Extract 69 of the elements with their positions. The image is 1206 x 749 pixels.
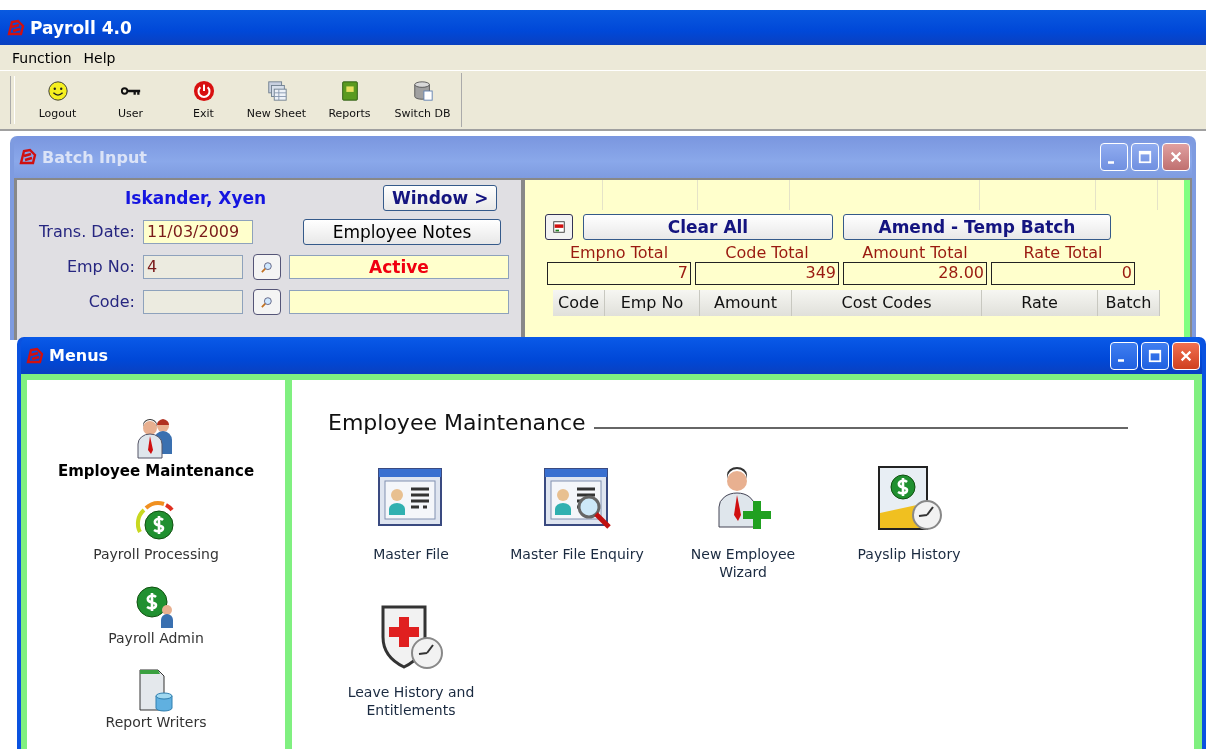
- clear-all-button[interactable]: Clear All: [583, 214, 833, 240]
- toolbar-button[interactable]: Exit: [167, 80, 240, 120]
- total-value: 7: [547, 262, 691, 285]
- column-header[interactable]: Amount: [700, 290, 792, 316]
- toolbar-button[interactable]: Reports: [313, 80, 386, 120]
- window-title: Batch Input: [42, 147, 148, 167]
- menu-tile[interactable]: New Employee Wizard: [660, 463, 826, 581]
- toolbar-button[interactable]: Switch DB: [386, 80, 459, 120]
- close-icon: [1169, 150, 1183, 164]
- total-value: 349: [695, 262, 839, 285]
- code-field[interactable]: [143, 289, 243, 314]
- lookup-button[interactable]: [253, 288, 281, 315]
- window-logo-icon: [18, 147, 38, 167]
- status-field: Active: [289, 254, 509, 279]
- emp-no-field[interactable]: 4: [143, 254, 243, 279]
- database-icon: [411, 80, 434, 102]
- sidebar-item[interactable]: Employee Maintenance: [57, 414, 255, 498]
- column-header[interactable]: Rate: [982, 290, 1098, 316]
- window-save-icon: [552, 220, 566, 234]
- sheets-icon: [265, 80, 288, 102]
- menu-item[interactable]: Help: [79, 49, 120, 66]
- power-icon: [192, 80, 215, 102]
- total-label: Rate Total: [1023, 244, 1103, 262]
- window-button[interactable]: Window >: [383, 185, 498, 211]
- date-field[interactable]: 11/03/2009: [143, 219, 253, 244]
- toolbar-button[interactable]: Logout: [21, 80, 94, 120]
- field-label: Code:: [87, 292, 135, 311]
- app-title: Payroll 4.0: [30, 17, 132, 38]
- close-icon: [1179, 348, 1193, 363]
- menu-tile[interactable]: Master File: [328, 463, 494, 581]
- total-label: Empno Total: [569, 244, 669, 262]
- field-label: Emp No:: [65, 257, 135, 276]
- sidebar-item[interactable]: Payroll Admin: [108, 582, 204, 666]
- lookup-button[interactable]: [253, 253, 281, 280]
- window-title: Menus: [49, 346, 110, 365]
- amend-temp-batch-button[interactable]: Amend - Temp Batch: [843, 214, 1111, 240]
- total-label: Amount Total: [862, 244, 968, 262]
- search-icon: [261, 260, 273, 273]
- maximize-icon: [1138, 150, 1152, 164]
- column-header[interactable]: Batch: [1098, 290, 1160, 316]
- column-header[interactable]: Cost Codes: [792, 290, 982, 316]
- employee-name: Iskander, Xyen: [125, 188, 268, 208]
- employee-notes-button[interactable]: Employee Notes: [303, 218, 501, 245]
- minimize-icon: [1108, 160, 1114, 164]
- maximize-button[interactable]: [1141, 341, 1169, 370]
- section-title: Employee Maintenance: [328, 410, 586, 435]
- close-button[interactable]: [1172, 341, 1200, 370]
- app-logo-icon: [6, 17, 26, 38]
- search-icon: [261, 295, 273, 308]
- total-value: 28.00: [843, 262, 987, 285]
- total-value: 0: [991, 262, 1135, 285]
- sidebar-item[interactable]: Report Writers: [105, 666, 207, 749]
- menu-tile[interactable]: Leave History and Entitlements: [328, 601, 494, 719]
- column-header[interactable]: Emp No: [605, 290, 700, 316]
- sidebar-item[interactable]: Payroll Processing: [93, 498, 219, 582]
- toolbar-button[interactable]: New Sheet: [240, 80, 313, 120]
- field-label: Trans. Date:: [37, 222, 135, 241]
- menu-tile[interactable]: Payslip History: [826, 463, 992, 581]
- smiley-icon: [46, 80, 69, 102]
- minimize-button[interactable]: [1110, 341, 1138, 370]
- toolbar-button[interactable]: User: [94, 80, 167, 120]
- maximize-icon: [1148, 348, 1162, 363]
- menu-tile[interactable]: Master File Enquiry: [494, 463, 660, 581]
- menu-item[interactable]: Function: [8, 49, 76, 66]
- save-batch-button[interactable]: [545, 214, 573, 240]
- column-header[interactable]: Code: [553, 290, 605, 316]
- window-logo-icon: [25, 345, 45, 366]
- minimize-icon: [1118, 359, 1124, 362]
- total-label: Code Total: [725, 244, 809, 262]
